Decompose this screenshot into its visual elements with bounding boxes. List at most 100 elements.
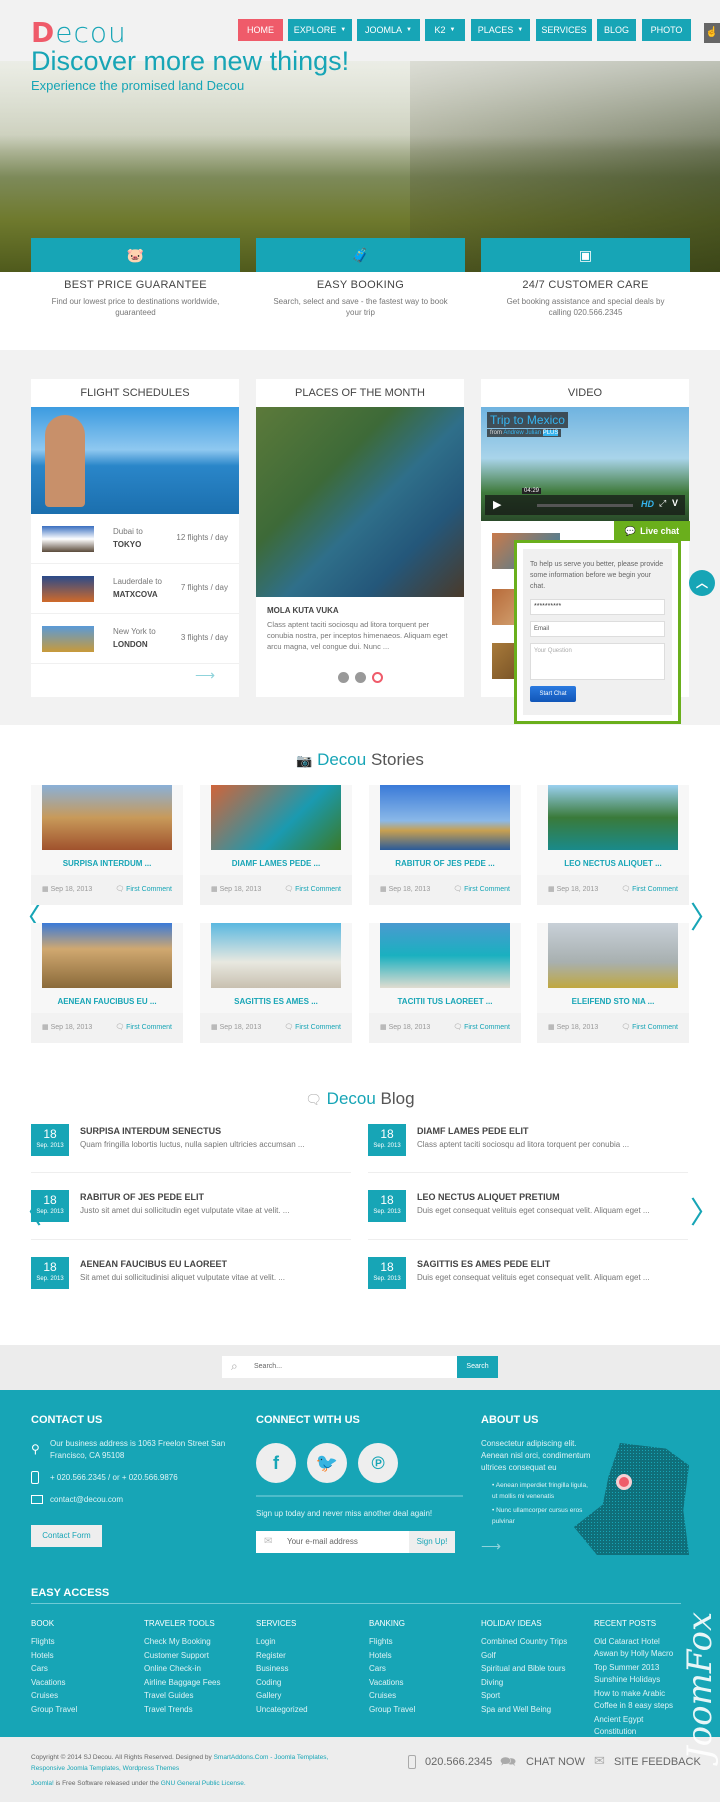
- footer-link[interactable]: Hotels: [369, 1650, 479, 1662]
- story-image[interactable]: [42, 785, 172, 850]
- hd-label[interactable]: HD: [641, 499, 654, 509]
- about-more-arrow-icon[interactable]: ⟶: [481, 1538, 501, 1555]
- story-image[interactable]: [211, 923, 341, 988]
- place-title[interactable]: MOLA KUTA VUKA: [267, 606, 339, 615]
- video-author[interactable]: Andrew Julian: [503, 430, 541, 436]
- footer-link[interactable]: Online Check-in: [144, 1663, 254, 1675]
- nav-services[interactable]: SERVICES: [536, 19, 592, 41]
- signup-button[interactable]: Sign Up!: [409, 1531, 455, 1553]
- slide-dot-1[interactable]: [338, 672, 349, 683]
- story-image[interactable]: [548, 785, 678, 850]
- footer-link[interactable]: Gallery: [256, 1690, 366, 1702]
- designer-link[interactable]: SmartAddons.Com - Joomla Templates,: [214, 1754, 329, 1761]
- video-title[interactable]: Trip to Mexico: [487, 412, 568, 428]
- story-comment-link[interactable]: 🗨 First Comment: [453, 885, 510, 893]
- nav-k2[interactable]: K2 ▼: [425, 19, 465, 41]
- video-progress[interactable]: [537, 504, 633, 507]
- stories-next-arrow[interactable]: 〉: [690, 893, 720, 937]
- nav-joomla[interactable]: JOOMLA ▼: [357, 19, 420, 41]
- templates-link[interactable]: Responsive Joomla Templates, Wordpress T…: [31, 1765, 179, 1772]
- footer-link[interactable]: Group Travel: [369, 1704, 479, 1716]
- blog-title[interactable]: SURPISA INTERDUM SENECTUS: [80, 1126, 221, 1136]
- start-chat-button[interactable]: Start Chat: [530, 686, 576, 702]
- nav-places[interactable]: PLACES ▼: [471, 19, 530, 41]
- more-arrow-icon[interactable]: ⟶: [195, 667, 215, 684]
- footer-link[interactable]: Spiritual and Bible tours: [481, 1663, 591, 1675]
- blog-title[interactable]: AENEAN FAUCIBUS EU LAOREET: [80, 1259, 227, 1269]
- blog-title[interactable]: RABITUR OF JES PEDE ELIT: [80, 1192, 204, 1202]
- footer-link[interactable]: Group Travel: [31, 1704, 141, 1716]
- chat-name-input[interactable]: **********: [530, 599, 665, 615]
- fullscreen-icon[interactable]: ⤢: [659, 498, 666, 509]
- footer-link[interactable]: Vacations: [369, 1677, 479, 1689]
- chat-question-textarea[interactable]: Your Question: [530, 643, 665, 680]
- footer-link[interactable]: Travel Guides: [144, 1690, 254, 1702]
- footer-link[interactable]: Cruises: [31, 1690, 141, 1702]
- footer-link[interactable]: Travel Trends: [144, 1704, 254, 1716]
- footer-link[interactable]: Airline Baggage Fees: [144, 1677, 254, 1689]
- story-comment-link[interactable]: 🗨 First Comment: [115, 885, 172, 893]
- live-chat-tab[interactable]: 💬 Live chat: [614, 521, 690, 541]
- joomla-link[interactable]: Joomla!: [31, 1780, 54, 1787]
- footer-link[interactable]: Golf: [481, 1650, 591, 1662]
- contact-form-button[interactable]: Contact Form: [31, 1525, 102, 1547]
- twitter-icon[interactable]: 🐦: [307, 1443, 347, 1483]
- scroll-top-button[interactable]: ︿: [689, 570, 715, 596]
- footer-link[interactable]: Combined Country Trips: [481, 1636, 591, 1648]
- footer-link[interactable]: Customer Support: [144, 1650, 254, 1662]
- footer-link[interactable]: Hotels: [31, 1650, 141, 1662]
- footer-link[interactable]: Register: [256, 1650, 366, 1662]
- nav-photo[interactable]: PHOTO: [642, 19, 691, 41]
- footer-link[interactable]: Top Summer 2013 Sunshine Holidays: [594, 1662, 679, 1685]
- story-image[interactable]: [380, 923, 510, 988]
- story-title[interactable]: ELEIFEND STO NIA ...: [537, 997, 689, 1006]
- story-title[interactable]: DIAMF LAMES PEDE ...: [200, 859, 352, 868]
- blog-next-arrow[interactable]: 〉: [690, 1188, 720, 1232]
- footer-link[interactable]: Spa and Well Being: [481, 1704, 591, 1716]
- nav-blog[interactable]: BLOG: [597, 19, 636, 41]
- flight-row[interactable]: New York to LONDON 3 flights / day: [31, 614, 239, 664]
- story-title[interactable]: SURPISA INTERDUM ...: [31, 859, 183, 868]
- footer-link[interactable]: Diving: [481, 1677, 591, 1689]
- story-title[interactable]: RABITUR OF JES PEDE ...: [369, 859, 521, 868]
- footer-link[interactable]: Check My Booking: [144, 1636, 254, 1648]
- footer-link[interactable]: Uncategorized: [256, 1704, 366, 1716]
- story-comment-link[interactable]: 🗨 First Comment: [284, 885, 341, 893]
- nav-explore[interactable]: EXPLORE ▼: [288, 19, 352, 41]
- vimeo-icon[interactable]: V: [672, 498, 678, 508]
- slide-dot-2[interactable]: [355, 672, 366, 683]
- footer-link[interactable]: Ancient Egypt Constitution: [594, 1714, 679, 1737]
- video-player[interactable]: Trip to Mexico from Andrew Julian PLUS ▶…: [481, 407, 689, 521]
- nav-home[interactable]: HOME: [238, 19, 283, 41]
- story-image[interactable]: [380, 785, 510, 850]
- pinterest-icon[interactable]: ℗: [358, 1443, 398, 1483]
- story-comment-link[interactable]: 🗨 First Comment: [284, 1023, 341, 1031]
- footer-link[interactable]: Cruises: [369, 1690, 479, 1702]
- blog-title[interactable]: LEO NECTUS ALIQUET PRETIUM: [417, 1192, 560, 1202]
- play-icon[interactable]: ▶: [493, 498, 501, 511]
- chat-now-link[interactable]: CHAT NOW: [526, 1756, 585, 1768]
- story-comment-link[interactable]: 🗨 First Comment: [453, 1023, 510, 1031]
- story-title[interactable]: SAGITTIS ES AMES ...: [200, 997, 352, 1006]
- flight-row[interactable]: Lauderdale to MATXCOVA 7 flights / day: [31, 564, 239, 614]
- story-comment-link[interactable]: 🗨 First Comment: [621, 1023, 678, 1031]
- style-switcher-button[interactable]: ☝: [704, 23, 720, 43]
- search-input[interactable]: ⌕ Search...: [222, 1356, 457, 1378]
- footer-link[interactable]: Cars: [31, 1663, 141, 1675]
- search-button[interactable]: Search: [457, 1356, 498, 1378]
- blog-title[interactable]: DIAMF LAMES PEDE ELIT: [417, 1126, 529, 1136]
- story-title[interactable]: TACITII TUS LAOREET ...: [369, 997, 521, 1006]
- footer-link[interactable]: How to make Arabic Coffee in 8 easy step…: [594, 1688, 679, 1711]
- blog-title[interactable]: SAGITTIS ES AMES PEDE ELIT: [417, 1259, 550, 1269]
- footer-link[interactable]: Coding: [256, 1677, 366, 1689]
- story-title[interactable]: AENEAN FAUCIBUS EU ...: [31, 997, 183, 1006]
- footer-link[interactable]: Old Cataract Hotel Aswan by Holly Macro: [594, 1636, 679, 1659]
- footer-link[interactable]: Flights: [369, 1636, 479, 1648]
- logo[interactable]: Decou: [31, 16, 127, 49]
- contact-email[interactable]: contact@decou.com: [50, 1494, 123, 1506]
- footer-link[interactable]: Vacations: [31, 1677, 141, 1689]
- story-image[interactable]: [42, 923, 172, 988]
- slide-dot-3-active[interactable]: [372, 672, 383, 683]
- footer-link[interactable]: Sport: [481, 1690, 591, 1702]
- license-link[interactable]: GNU General Public License.: [161, 1780, 246, 1787]
